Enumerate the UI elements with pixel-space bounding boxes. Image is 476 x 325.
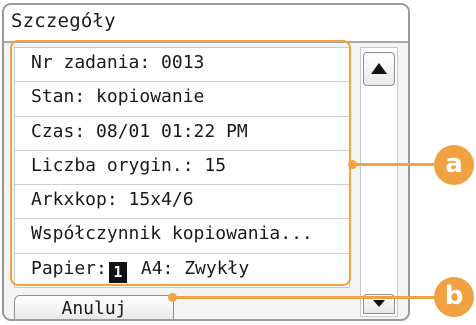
scrollbar[interactable] <box>360 47 398 317</box>
callout-a-line <box>352 163 438 166</box>
scroll-up-button[interactable] <box>363 52 395 86</box>
paper-label: Papier: <box>31 257 107 279</box>
triangle-down-icon <box>373 300 385 307</box>
triangle-up-icon <box>371 63 387 74</box>
callout-b-line <box>172 296 438 299</box>
list-item-time: Czas: 08/01 01:22 PM <box>15 117 349 151</box>
paper-value: A4: Zwykły <box>140 257 250 279</box>
list-item-paper: Papier: 1 A4: Zwykły <box>15 254 349 288</box>
details-list[interactable]: Nr zadania: 0013 Stan: kopiowanie Czas: … <box>14 47 350 288</box>
list-item-job-number: Nr zadania: 0013 <box>15 48 349 83</box>
callout-badge-b: b <box>434 277 474 317</box>
list-item-originals-count: Liczba orygin.: 15 <box>15 151 349 186</box>
list-item-sheets-copies: Arkxkop: 15x4/6 <box>15 185 349 220</box>
callout-badge-a: a <box>434 145 474 185</box>
list-item-copy-ratio: Współczynnik kopiowania... <box>15 219 349 254</box>
paper-drawer-icon: 1 <box>108 261 127 283</box>
cancel-button[interactable]: Anuluj <box>14 295 174 319</box>
page-title: Szczegóły <box>4 5 408 43</box>
list-item-status: Stan: kopiowanie <box>15 82 349 117</box>
